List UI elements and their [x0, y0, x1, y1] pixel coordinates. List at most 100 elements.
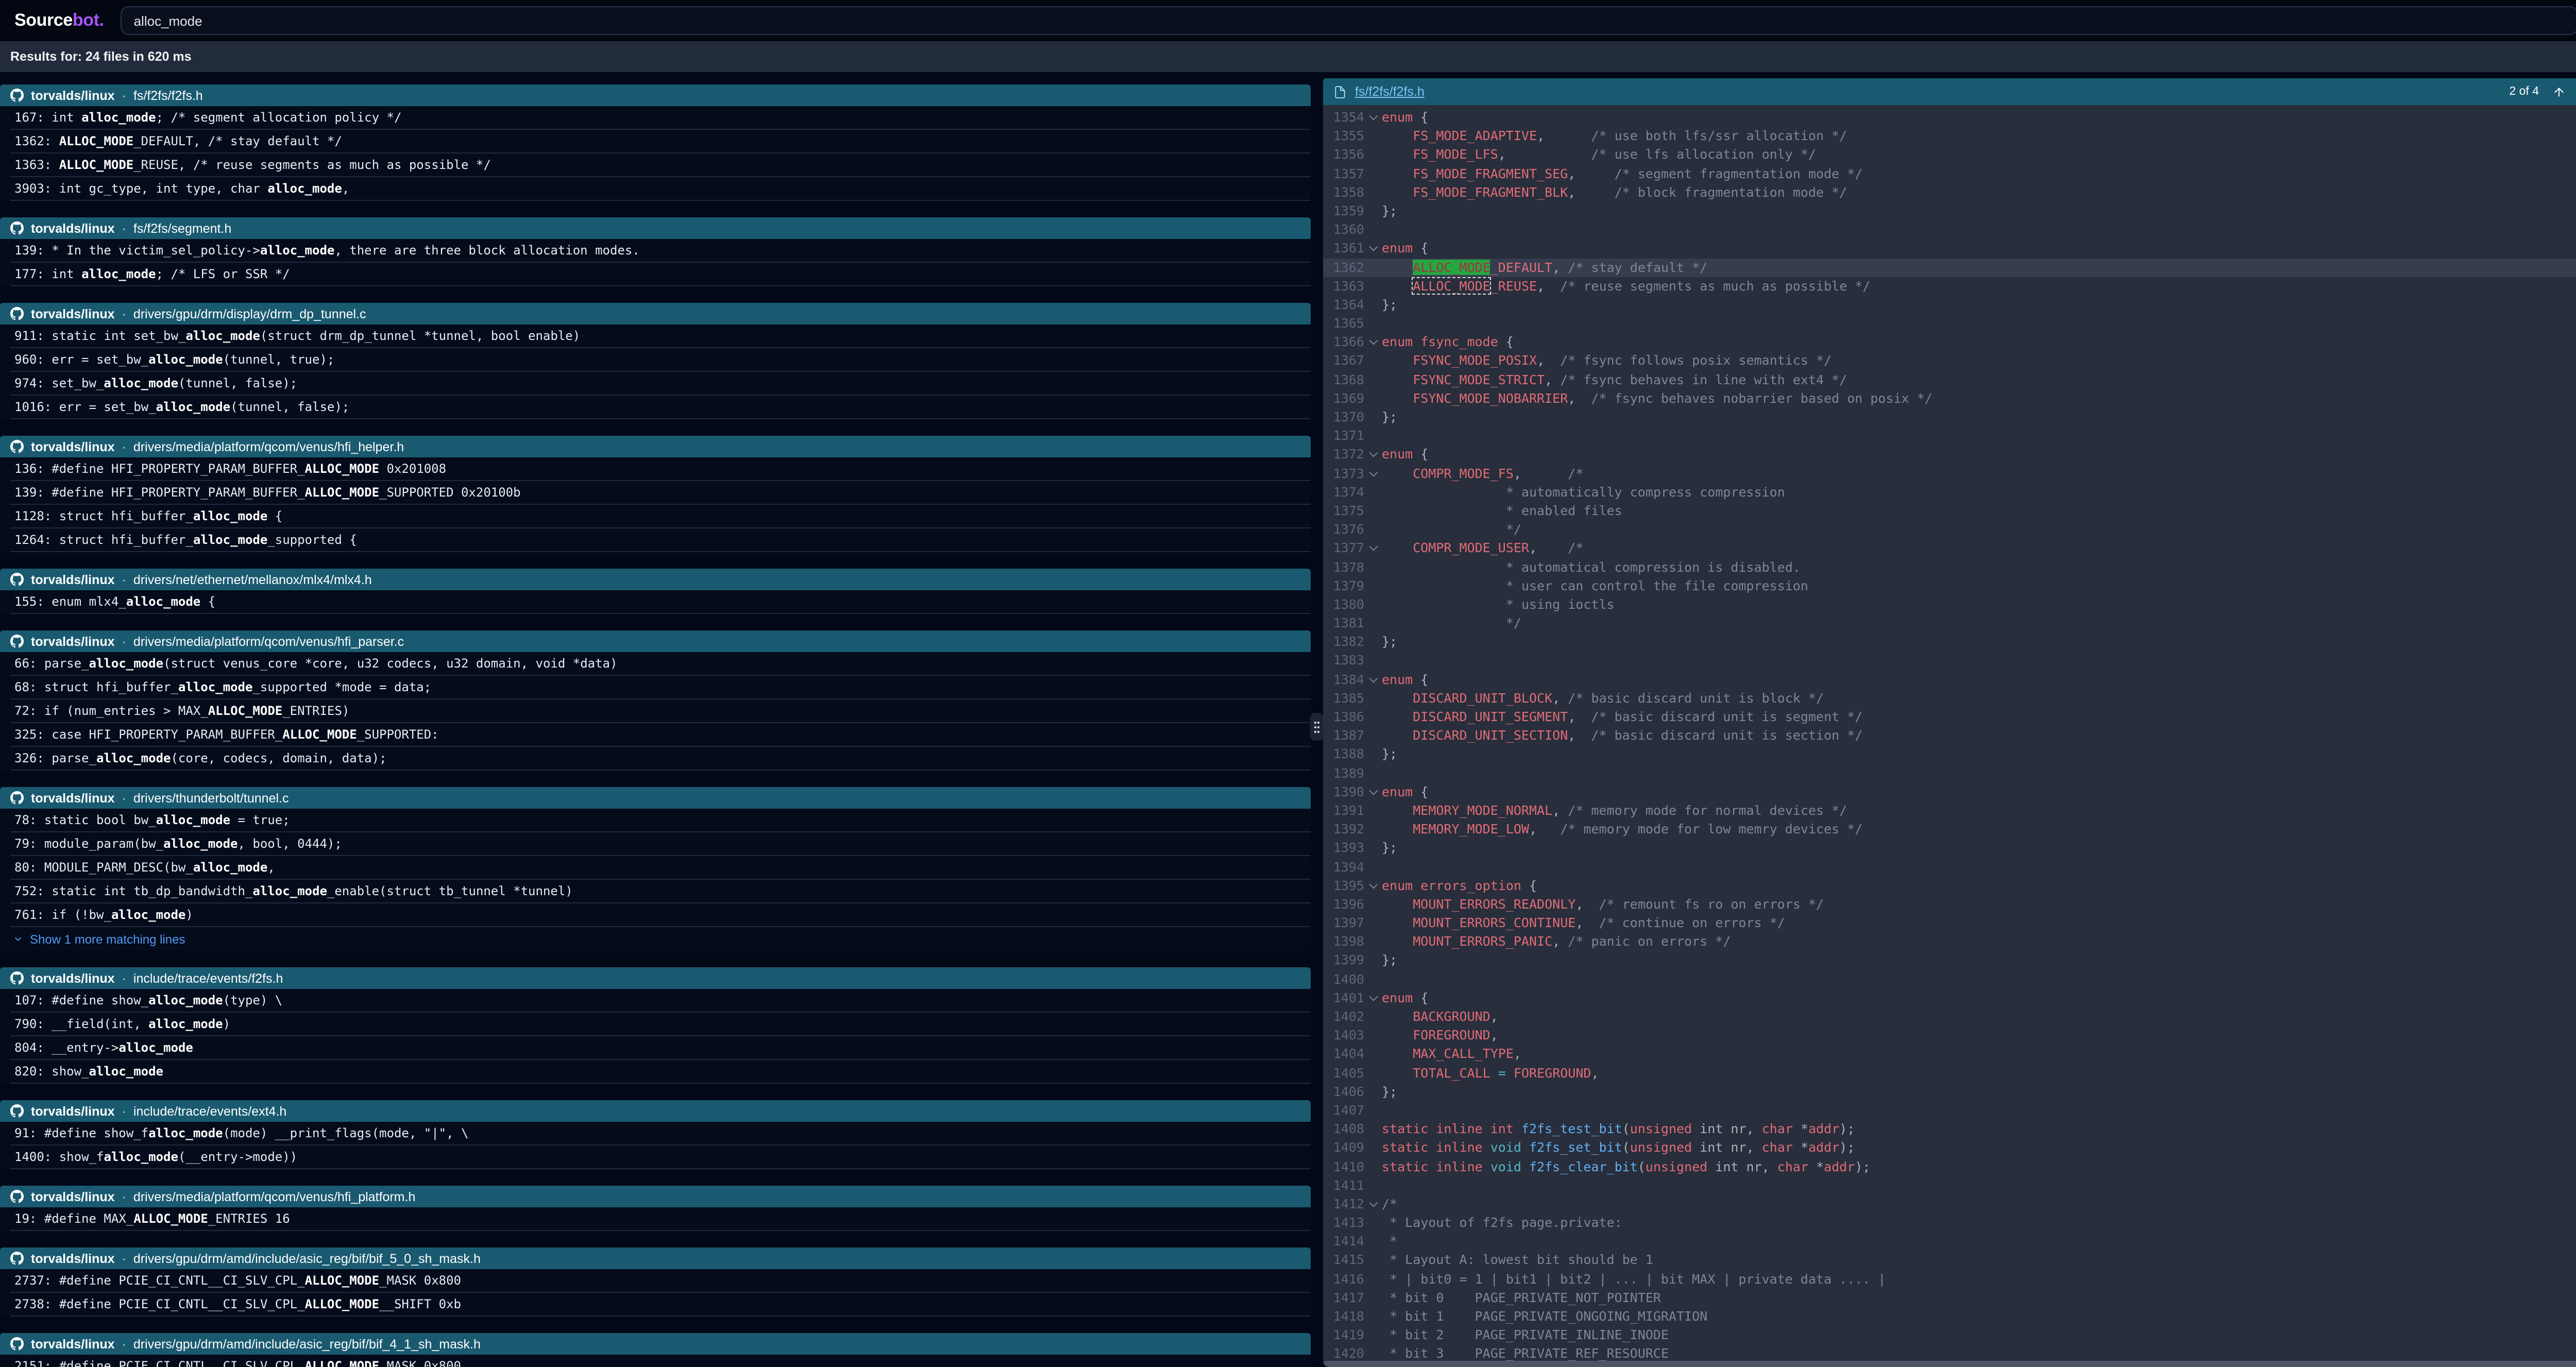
fold-column: [1364, 652, 1382, 670]
search-match-line[interactable]: 167: int alloc_mode; /* segment allocati…: [0, 106, 1311, 130]
search-match-line[interactable]: 136: #define HFI_PROPERTY_PARAM_BUFFER_A…: [0, 457, 1311, 481]
search-results-list: torvalds/linux·fs/f2fs/f2fs.h167: int al…: [0, 72, 1311, 1367]
file-path: fs/f2fs/f2fs.h: [133, 88, 203, 102]
file-result-header[interactable]: torvalds/linux·drivers/media/platform/qc…: [0, 1186, 1311, 1207]
search-match-line[interactable]: 1400: show_falloc_mode(__entry->mode)): [0, 1146, 1311, 1169]
code-line: 1392 MEMORY_MODE_LOW, /* memory mode for…: [1323, 820, 2576, 839]
code-line: 1403 FOREGROUND,: [1323, 1026, 2576, 1045]
code-text: DISCARD_UNIT_BLOCK, /* basic discard uni…: [1382, 689, 2576, 708]
fold-column: [1364, 1233, 1382, 1251]
search-match-line[interactable]: 960: err = set_bw_alloc_mode(tunnel, tru…: [0, 348, 1311, 372]
search-input[interactable]: [121, 6, 2576, 35]
code-line: 1393};: [1323, 839, 2576, 858]
fold-toggle-icon[interactable]: [1369, 880, 1378, 888]
fold-toggle-icon[interactable]: [1369, 112, 1378, 121]
search-match-line[interactable]: 1264: struct hfi_buffer_alloc_mode_suppo…: [0, 528, 1311, 552]
code-line: 1412/*: [1323, 1195, 2576, 1214]
search-match-line[interactable]: 2737: #define PCIE_CI_CNTL__CI_SLV_CPL_A…: [0, 1269, 1311, 1293]
file-result-header[interactable]: torvalds/linux·fs/f2fs/segment.h: [0, 217, 1311, 239]
search-match-line[interactable]: 91: #define show_falloc_mode(mode) __pri…: [0, 1122, 1311, 1146]
search-match-line[interactable]: 820: show_alloc_mode: [0, 1060, 1311, 1084]
separator-dot: ·: [122, 1189, 126, 1204]
show-more-matches-link[interactable]: Show 1 more matching lines: [0, 927, 1311, 951]
code-line: 1360: [1323, 220, 2576, 239]
search-match-line[interactable]: 139: #define HFI_PROPERTY_PARAM_BUFFER_A…: [0, 481, 1311, 505]
file-result-group: torvalds/linux·fs/f2fs/f2fs.h167: int al…: [0, 84, 1311, 201]
fold-toggle-icon[interactable]: [1369, 243, 1378, 251]
line-number: 1379: [1323, 576, 1364, 595]
file-result-header[interactable]: torvalds/linux·drivers/media/platform/qc…: [0, 630, 1311, 652]
search-match-line[interactable]: 3903: int gc_type, int type, char alloc_…: [0, 177, 1311, 201]
code-line: 1370};: [1323, 408, 2576, 426]
search-match-line[interactable]: 19: #define MAX_ALLOC_MODE_ENTRIES 16: [0, 1207, 1311, 1231]
code-text: };: [1382, 1083, 2576, 1101]
fold-toggle-icon[interactable]: [1369, 336, 1378, 345]
code-line: 1383: [1323, 652, 2576, 670]
line-number: 1386: [1323, 708, 1364, 726]
search-match-line[interactable]: 2738: #define PCIE_CI_CNTL__CI_SLV_CPL_A…: [0, 1293, 1311, 1317]
line-number: 1377: [1323, 539, 1364, 558]
search-match-line[interactable]: 326: parse_alloc_mode(core, codecs, doma…: [0, 747, 1311, 771]
fold-column: [1364, 1101, 1382, 1120]
fold-column: [1364, 1195, 1382, 1214]
separator-dot: ·: [122, 791, 126, 805]
line-number: 1402: [1323, 1007, 1364, 1026]
search-match-line[interactable]: 1362: ALLOC_MODE_DEFAULT, /* stay defaul…: [0, 130, 1311, 153]
search-match-line[interactable]: 974: set_bw_alloc_mode(tunnel, false);: [0, 372, 1311, 396]
code-line: 1361enum {: [1323, 240, 2576, 258]
previous-match-button[interactable]: [2549, 82, 2568, 101]
search-match-line[interactable]: 1128: struct hfi_buffer_alloc_mode {: [0, 505, 1311, 528]
fold-toggle-icon[interactable]: [1369, 786, 1378, 795]
search-match-line[interactable]: 752: static int tb_dp_bandwidth_alloc_mo…: [0, 880, 1311, 903]
search-match-line[interactable]: 68: struct hfi_buffer_alloc_mode_support…: [0, 676, 1311, 699]
file-result-group: torvalds/linux·drivers/media/platform/qc…: [0, 436, 1311, 552]
search-match-line[interactable]: 790: __field(int, alloc_mode): [0, 1013, 1311, 1036]
file-result-header[interactable]: torvalds/linux·fs/f2fs/f2fs.h: [0, 84, 1311, 106]
file-result-header[interactable]: torvalds/linux·drivers/gpu/drm/display/d…: [0, 303, 1311, 324]
file-result-group: torvalds/linux·include/trace/events/ext4…: [0, 1100, 1311, 1169]
search-match-line[interactable]: 911: static int set_bw_alloc_mode(struct…: [0, 324, 1311, 348]
file-result-header[interactable]: torvalds/linux·drivers/media/platform/qc…: [0, 436, 1311, 457]
code-line: 1389: [1323, 764, 2576, 782]
preview-file-path[interactable]: fs/f2fs/f2fs.h: [1355, 84, 1425, 99]
search-match-line[interactable]: 72: if (num_entries > MAX_ALLOC_MODE_ENT…: [0, 699, 1311, 723]
search-match-line[interactable]: 107: #define show_alloc_mode(type) \: [0, 989, 1311, 1013]
search-match-line[interactable]: 2151: #define PCIE_CI_CNTL__CI_SLV_CPL_A…: [0, 1355, 1311, 1367]
file-result-header[interactable]: torvalds/linux·drivers/net/ethernet/mell…: [0, 569, 1311, 590]
code-text: [1382, 314, 2576, 333]
search-match-line[interactable]: 66: parse_alloc_mode(struct venus_core *…: [0, 652, 1311, 676]
sourcebot-logo[interactable]: Sourcebot.: [14, 10, 104, 31]
fold-toggle-icon[interactable]: [1369, 449, 1378, 458]
code-line: 1402 BACKGROUND,: [1323, 1007, 2576, 1026]
search-match-line[interactable]: 177: int alloc_mode; /* LFS or SSR */: [0, 263, 1311, 286]
code-text: FS_MODE_LFS, /* use lfs allocation only …: [1382, 146, 2576, 164]
search-match-line[interactable]: 79: module_param(bw_alloc_mode, bool, 04…: [0, 832, 1311, 856]
horizontal-scrollbar[interactable]: [1323, 1361, 2576, 1367]
resize-handle[interactable]: [1310, 713, 1324, 741]
file-result-header[interactable]: torvalds/linux·include/trace/events/ext4…: [0, 1100, 1311, 1122]
github-icon: [10, 1252, 24, 1265]
search-match-line[interactable]: 155: enum mlx4_alloc_mode {: [0, 590, 1311, 614]
search-match-line[interactable]: 78: static bool bw_alloc_mode = true;: [0, 809, 1311, 832]
fold-toggle-icon[interactable]: [1369, 674, 1378, 682]
search-match-line[interactable]: 1016: err = set_bw_alloc_mode(tunnel, fa…: [0, 396, 1311, 419]
fold-toggle-icon[interactable]: [1369, 542, 1378, 551]
file-result-header[interactable]: torvalds/linux·include/trace/events/f2fs…: [0, 967, 1311, 989]
fold-toggle-icon[interactable]: [1369, 468, 1378, 476]
code-line: 1364};: [1323, 296, 2576, 314]
search-match-line[interactable]: 139: * In the victim_sel_policy->alloc_m…: [0, 239, 1311, 263]
search-match-line[interactable]: 80: MODULE_PARM_DESC(bw_alloc_mode,: [0, 856, 1311, 880]
top-bar: Sourcebot.: [0, 0, 2576, 41]
file-result-header[interactable]: torvalds/linux·drivers/thunderbolt/tunne…: [0, 787, 1311, 809]
fold-toggle-icon[interactable]: [1369, 1199, 1378, 1207]
search-match-line[interactable]: 325: case HFI_PROPERTY_PARAM_BUFFER_ALLO…: [0, 723, 1311, 747]
search-match-line[interactable]: 761: if (!bw_alloc_mode): [0, 903, 1311, 927]
fold-toggle-icon[interactable]: [1369, 992, 1378, 1001]
search-match-line[interactable]: 1363: ALLOC_MODE_REUSE, /* reuse segment…: [0, 153, 1311, 177]
file-result-header[interactable]: torvalds/linux·drivers/gpu/drm/amd/inclu…: [0, 1333, 1311, 1355]
fold-column: [1364, 1064, 1382, 1082]
file-path: fs/f2fs/segment.h: [133, 221, 231, 235]
code-line: 1365: [1323, 314, 2576, 333]
file-result-header[interactable]: torvalds/linux·drivers/gpu/drm/amd/inclu…: [0, 1248, 1311, 1269]
search-match-line[interactable]: 804: __entry->alloc_mode: [0, 1036, 1311, 1060]
